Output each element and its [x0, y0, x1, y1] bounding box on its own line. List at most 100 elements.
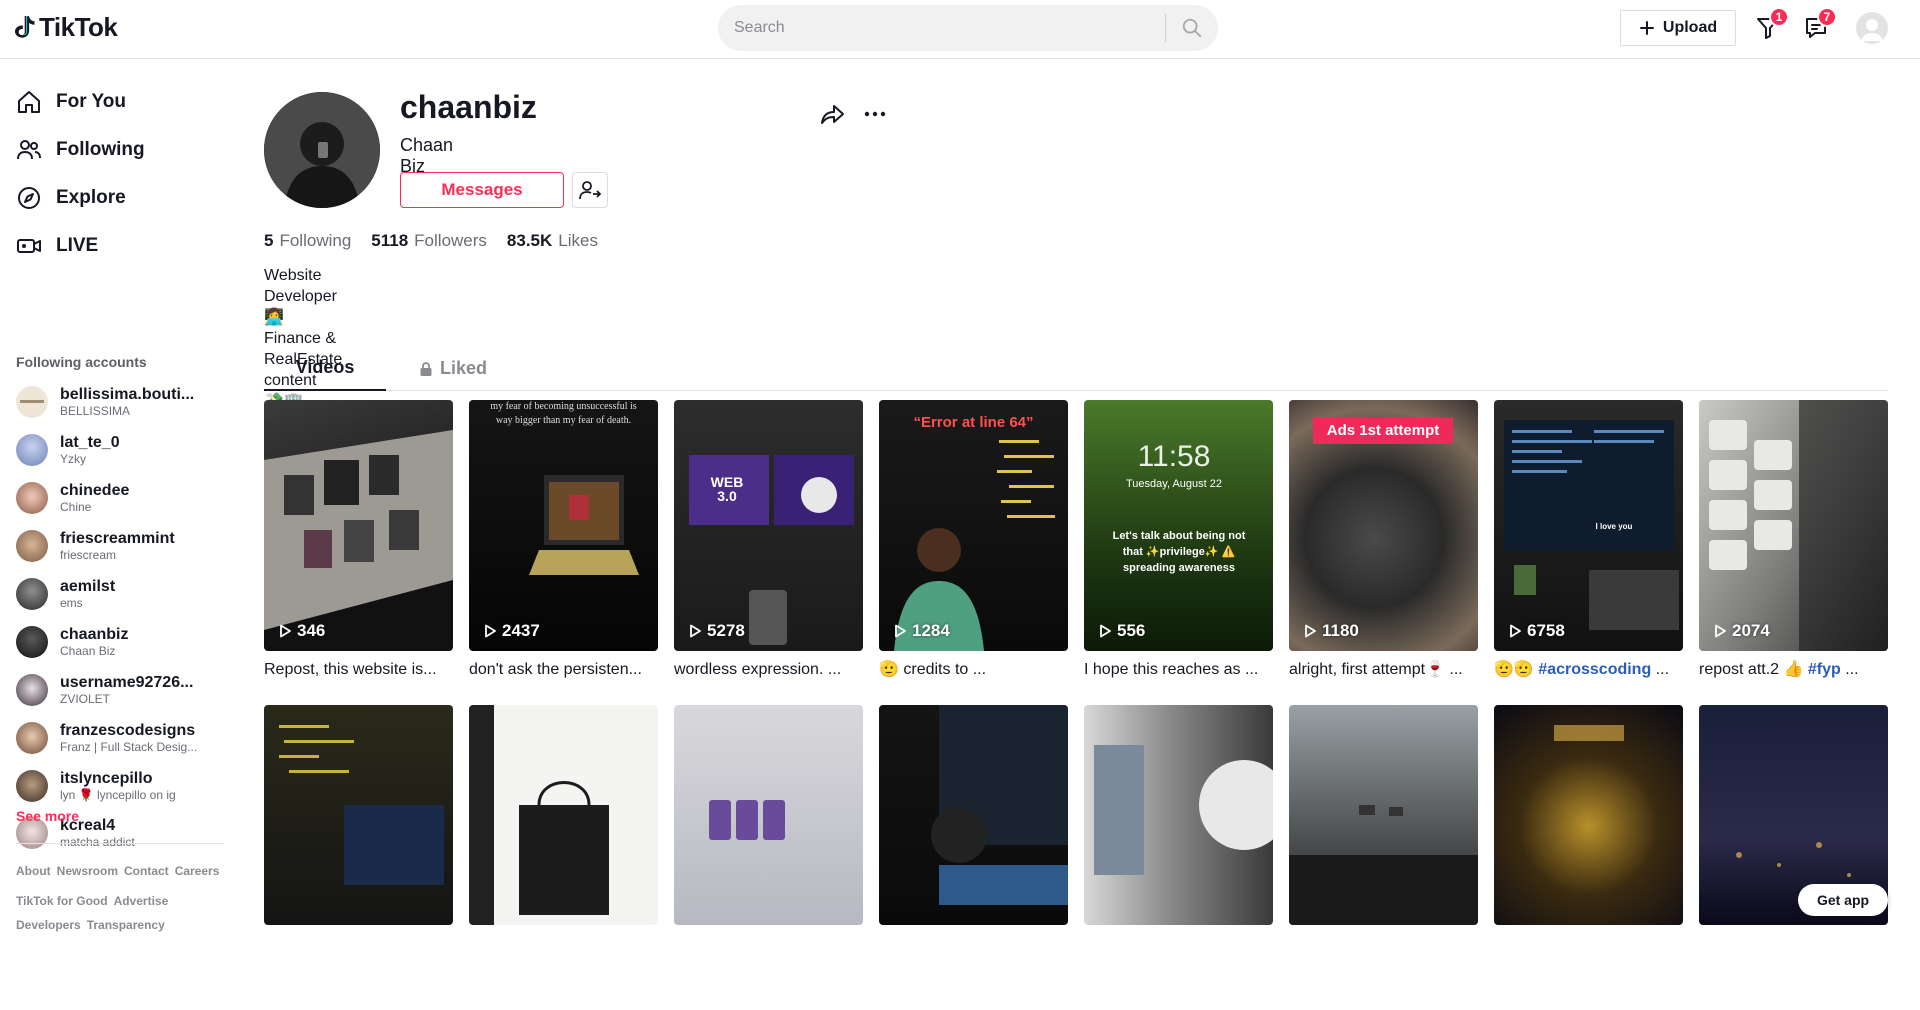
account-nickname: friescream: [60, 548, 117, 562]
video-card[interactable]: my fear of becoming unsuccessful is way …: [469, 400, 658, 705]
video-thumbnail[interactable]: Ads 1st attempt 1180: [1289, 400, 1478, 651]
nav-following[interactable]: Following: [16, 137, 145, 163]
following-accounts-heading: Following accounts: [16, 354, 147, 370]
following-account[interactable]: friescreammint friescream: [16, 529, 208, 562]
footer-link[interactable]: Advertise: [114, 894, 169, 908]
video-card[interactable]: I love you 6758 🫡🫡 #acrosscoding ...: [1494, 400, 1683, 705]
video-caption[interactable]: alright, first attempt🍷 ...: [1289, 660, 1478, 680]
followers-stat[interactable]: 5118 Followers: [371, 231, 487, 251]
video-thumbnail[interactable]: 11:58 Tuesday, August 22 Let's talk abou…: [1084, 400, 1273, 651]
play-icon: [1715, 624, 1726, 638]
following-account[interactable]: chinedee Chine: [16, 481, 208, 514]
video-thumbnail[interactable]: [264, 705, 453, 925]
inbox-button[interactable]: 1: [1753, 7, 1789, 43]
profile-tabs: Videos Liked: [264, 346, 1888, 391]
upload-button[interactable]: Upload: [1620, 10, 1736, 46]
video-thumbnail[interactable]: “Error at line 64” 1284: [879, 400, 1068, 651]
footer-link[interactable]: About: [16, 864, 51, 878]
following-account[interactable]: lat_te_0 Yzky: [16, 433, 208, 466]
nav-for-you[interactable]: For You: [16, 89, 126, 115]
following-account[interactable]: aemilst ems: [16, 577, 208, 610]
footer-link[interactable]: TikTok for Good: [16, 894, 108, 908]
hashtag-link[interactable]: #acrosscoding: [1538, 661, 1651, 678]
view-count-value: 2074: [1732, 621, 1770, 640]
video-thumbnail[interactable]: [469, 705, 658, 925]
video-thumbnail[interactable]: WEB 3.0 5278: [674, 400, 863, 651]
default-avatar-icon: [1861, 19, 1883, 41]
video-caption[interactable]: Repost, this website is...: [264, 660, 453, 680]
messages-button[interactable]: Messages: [400, 172, 564, 208]
video-card[interactable]: 346 Repost, this website is...: [264, 400, 453, 705]
following-account[interactable]: chaanbiz Chaan Biz: [16, 625, 208, 658]
account-nickname: Chine: [60, 500, 92, 514]
video-thumbnail[interactable]: [879, 705, 1068, 925]
video-card[interactable]: 11:58 Tuesday, August 22 Let's talk abou…: [1084, 400, 1273, 705]
following-account[interactable]: username92726... ZVIOLET: [16, 673, 208, 706]
video-caption[interactable]: I hope this reaches as ...: [1084, 660, 1273, 680]
video-card[interactable]: [674, 705, 863, 1010]
tab-liked[interactable]: Liked: [418, 346, 487, 391]
video-thumbnail[interactable]: [1494, 705, 1683, 925]
nav-label: Explore: [56, 187, 126, 208]
video-card[interactable]: [1084, 705, 1273, 1010]
search-button[interactable]: [1166, 5, 1218, 51]
video-thumbnail[interactable]: 2074: [1699, 400, 1888, 651]
video-card[interactable]: [1699, 705, 1888, 1010]
nav-live[interactable]: LIVE: [16, 233, 98, 259]
video-thumbnail[interactable]: [674, 705, 863, 925]
video-thumbnail[interactable]: [1084, 705, 1273, 925]
video-caption[interactable]: 🫡 credits to ...: [879, 660, 1068, 680]
account-nickname: BELLISSIMA: [60, 404, 131, 418]
footer-link[interactable]: Developers: [16, 918, 81, 932]
video-caption[interactable]: wordless expression. ...: [674, 660, 863, 680]
video-card[interactable]: [1494, 705, 1683, 1010]
footer-link[interactable]: Careers: [175, 864, 220, 878]
video-card[interactable]: Ads 1st attempt 1180 alright, first atte…: [1289, 400, 1478, 705]
user-avatar[interactable]: [1856, 12, 1888, 44]
tiktok-logo[interactable]: TikTok: [14, 12, 118, 43]
more-options-button[interactable]: [862, 101, 888, 132]
video-thumbnail[interactable]: [1289, 705, 1478, 925]
following-stat[interactable]: 5 Following: [264, 231, 351, 251]
search-input[interactable]: [718, 5, 1165, 51]
video-card[interactable]: [879, 705, 1068, 1010]
following-account[interactable]: itslyncepillo lyn 🌹 lyncepillo on ig: [16, 769, 208, 802]
follow-options-button[interactable]: [572, 172, 608, 208]
following-account[interactable]: franzescodesigns Franz | Full Stack Desig…: [16, 721, 208, 754]
account-name: username92726...: [60, 674, 194, 691]
video-card[interactable]: [469, 705, 658, 1010]
following-account[interactable]: bellissima.bouti... BELLISSIMA: [16, 385, 208, 418]
see-more-link[interactable]: See more: [16, 808, 79, 824]
play-icon: [690, 624, 701, 638]
account-nickname: matcha addict: [60, 835, 135, 849]
account-nickname: Yzky: [60, 452, 87, 466]
video-card[interactable]: [264, 705, 453, 1010]
nav-label: LIVE: [56, 235, 99, 256]
video-card[interactable]: “Error at line 64” 1284 🫡 credits to ...: [879, 400, 1068, 705]
video-card[interactable]: WEB 3.0 5278 wordless expression. ...: [674, 400, 863, 705]
upload-label: Upload: [1662, 19, 1718, 36]
ellipsis-icon: [864, 111, 886, 117]
account-name: bellissima.bouti...: [60, 386, 195, 403]
profile-nickname: Chaan Biz: [400, 135, 454, 176]
footer-link[interactable]: Transparency: [87, 918, 165, 932]
video-caption[interactable]: don't ask the persisten...: [469, 660, 658, 680]
get-app-button[interactable]: Get app: [1798, 884, 1888, 916]
video-caption[interactable]: 🫡🫡 #acrosscoding ...: [1494, 660, 1683, 680]
messages-button[interactable]: 7: [1801, 7, 1837, 43]
view-count: 6758: [1508, 621, 1565, 641]
account-name: aemilst: [60, 578, 116, 595]
avatar: [16, 529, 48, 562]
video-thumbnail[interactable]: I love you 6758: [1494, 400, 1683, 651]
video-thumbnail[interactable]: my fear of becoming unsuccessful is way …: [469, 400, 658, 651]
hashtag-link[interactable]: #fyp: [1808, 661, 1841, 678]
video-card[interactable]: 2074 repost att.2 👍 #fyp ...: [1699, 400, 1888, 705]
footer-link[interactable]: Newsroom: [57, 864, 118, 878]
footer-link[interactable]: Contact: [124, 864, 169, 878]
nav-explore[interactable]: Explore: [16, 185, 126, 211]
video-card[interactable]: [1289, 705, 1478, 1010]
share-button[interactable]: [820, 101, 846, 132]
video-thumbnail[interactable]: 346: [264, 400, 453, 651]
tab-videos[interactable]: Videos: [264, 346, 386, 391]
video-caption[interactable]: repost att.2 👍 #fyp ...: [1699, 660, 1888, 680]
